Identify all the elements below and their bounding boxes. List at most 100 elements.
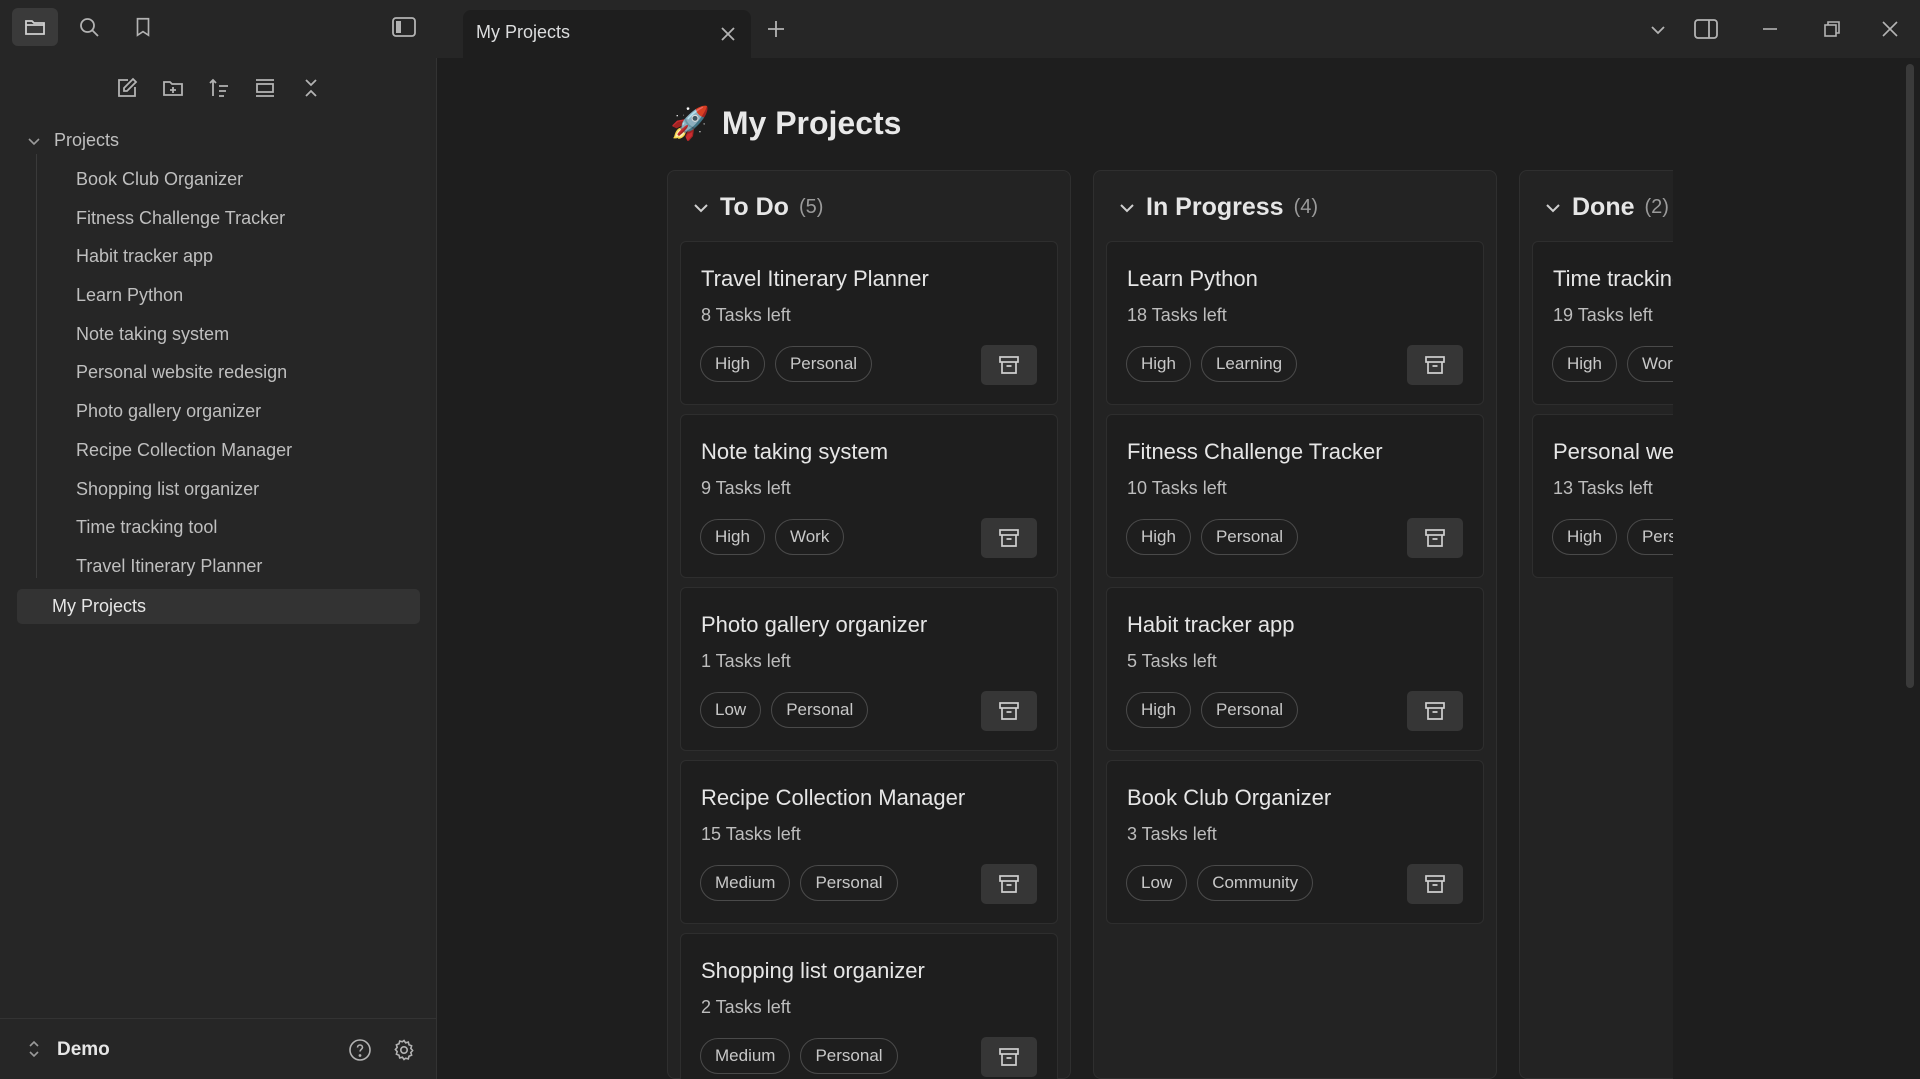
project-card[interactable]: Photo gallery organizer 1 Tasks left Low…	[680, 587, 1058, 751]
collapse-icon	[305, 79, 317, 97]
file-item[interactable]: Fitness Challenge Tracker	[76, 208, 285, 229]
archive-button[interactable]	[981, 345, 1037, 385]
search-button[interactable]	[70, 8, 108, 46]
files-button[interactable]	[12, 8, 58, 46]
file-item[interactable]: Personal website redesign	[76, 362, 287, 383]
file-item[interactable]: Learn Python	[76, 285, 183, 306]
archive-button[interactable]	[1407, 691, 1463, 731]
priority-tag[interactable]: Medium	[700, 1038, 791, 1074]
scrollbar[interactable]	[1906, 64, 1914, 688]
settings-button[interactable]	[387, 1033, 421, 1067]
project-card[interactable]: Shopping list organizer 2 Tasks left Med…	[680, 933, 1058, 1079]
collapse-all-button[interactable]	[294, 72, 328, 104]
project-card[interactable]: Habit tracker app 5 Tasks left High Pers…	[1106, 587, 1484, 751]
category-tag[interactable]: Personal	[1200, 519, 1299, 555]
category-tag[interactable]: Personal	[774, 346, 873, 382]
category-tag[interactable]: Personal	[800, 865, 898, 901]
priority-tag[interactable]: Low	[1126, 865, 1188, 901]
category-tag[interactable]: Learning	[1200, 346, 1298, 382]
minimize-button[interactable]	[1748, 12, 1792, 46]
card-tasks-left: 8 Tasks left	[701, 305, 791, 325]
project-card[interactable]: Book Club Organizer 3 Tasks left Low Com…	[1106, 760, 1484, 924]
project-card[interactable]: Fitness Challenge Tracker 10 Tasks left …	[1106, 414, 1484, 578]
file-item[interactable]: Habit tracker app	[76, 246, 213, 267]
project-card[interactable]: Travel Itinerary Planner 8 Tasks left Hi…	[680, 241, 1058, 405]
tab-title: My Projects	[476, 22, 571, 42]
folder-projects[interactable]: Projects	[26, 130, 119, 151]
file-item[interactable]: Shopping list organizer	[76, 479, 259, 500]
priority-tag[interactable]: High	[1126, 519, 1191, 555]
card-title: Shopping list organizer	[701, 958, 925, 983]
project-card[interactable]: Recipe Collection Manager 15 Tasks left …	[680, 760, 1058, 924]
priority-tag[interactable]: High	[1126, 346, 1191, 382]
project-card[interactable]: Learn Python 18 Tasks left High Learning	[1106, 241, 1484, 405]
column-in-progress: In Progress (4) Learn Python 18 Tasks le…	[1093, 170, 1497, 1079]
archive-button[interactable]	[1407, 864, 1463, 904]
help-button[interactable]	[343, 1033, 377, 1067]
new-note-button[interactable]	[110, 72, 144, 104]
card-tags: High Work	[700, 519, 845, 555]
column-header[interactable]: Done (2)	[1544, 193, 1669, 222]
file-item[interactable]: Photo gallery organizer	[76, 401, 261, 422]
auto-reveal-button[interactable]	[248, 72, 282, 104]
column-count: (2)	[1644, 196, 1669, 218]
category-tag[interactable]: Personal	[800, 1038, 898, 1074]
toggle-sidebar-button[interactable]	[384, 8, 424, 46]
column-header[interactable]: In Progress (4)	[1118, 193, 1318, 222]
new-folder-button[interactable]	[156, 72, 190, 104]
project-card[interactable]: Personal website redesign 13 Tasks left …	[1532, 414, 1673, 578]
priority-tag[interactable]: Low	[700, 692, 762, 728]
tab-close-button[interactable]	[717, 23, 739, 45]
sidebar-left-icon	[392, 17, 416, 37]
category-tag[interactable]: Personal	[1200, 692, 1299, 728]
bookmarks-button[interactable]	[124, 8, 162, 46]
file-item[interactable]: Time tracking tool	[76, 517, 217, 538]
tab-my-projects[interactable]: My Projects	[463, 10, 751, 58]
archive-icon	[999, 1048, 1019, 1066]
card-tags: Medium Personal	[700, 865, 898, 901]
archive-button[interactable]	[1407, 518, 1463, 558]
priority-tag[interactable]: High	[1126, 692, 1191, 728]
toggle-right-sidebar-button[interactable]	[1688, 12, 1724, 46]
column-title: Done	[1572, 193, 1635, 221]
category-tag[interactable]: Work	[1626, 346, 1673, 382]
priority-tag[interactable]: High	[700, 519, 765, 555]
card-tasks-left: 13 Tasks left	[1553, 478, 1653, 498]
restore-button[interactable]	[1810, 12, 1854, 46]
archive-button[interactable]	[981, 518, 1037, 558]
priority-tag[interactable]: Medium	[700, 865, 791, 901]
priority-tag[interactable]: High	[700, 346, 765, 382]
chevron-down-icon	[1651, 26, 1665, 35]
category-tag[interactable]: Work	[774, 519, 845, 555]
tab-list-button[interactable]	[1642, 14, 1674, 46]
file-item[interactable]: Travel Itinerary Planner	[76, 556, 262, 577]
file-item[interactable]: Note taking system	[76, 324, 229, 345]
restore-icon	[1824, 21, 1840, 37]
file-item[interactable]: Book Club Organizer	[76, 169, 243, 190]
vault-name[interactable]: Demo	[57, 1039, 110, 1061]
archive-button[interactable]	[981, 1037, 1037, 1077]
archive-button[interactable]	[981, 864, 1037, 904]
file-item[interactable]: Recipe Collection Manager	[76, 440, 292, 461]
category-tag[interactable]: Personal	[1626, 519, 1673, 555]
project-card[interactable]: Time tracking tool 19 Tasks left High Wo…	[1532, 241, 1673, 405]
chevron-down-icon	[28, 137, 40, 145]
new-tab-button[interactable]	[760, 13, 792, 45]
priority-tag[interactable]: High	[1552, 519, 1617, 555]
folder-label: Projects	[54, 130, 120, 150]
sidebar-ribbon	[0, 0, 437, 58]
category-tag[interactable]: Community	[1197, 865, 1314, 901]
layout-icon	[256, 79, 274, 97]
archive-button[interactable]	[981, 691, 1037, 731]
archive-button[interactable]	[1407, 345, 1463, 385]
project-card[interactable]: Note taking system 9 Tasks left High Wor…	[680, 414, 1058, 578]
window-close-button[interactable]	[1868, 12, 1912, 46]
kanban-board: To Do (5) Travel Itinerary Planner 8 Tas…	[667, 170, 1673, 1079]
sort-button[interactable]	[202, 72, 236, 104]
column-header[interactable]: To Do (5)	[692, 193, 823, 222]
tree-indent-guide	[36, 154, 37, 578]
vault-switch-button[interactable]	[20, 1035, 48, 1063]
priority-tag[interactable]: High	[1552, 346, 1617, 382]
category-tag[interactable]: Personal	[771, 692, 869, 728]
card-title: Time tracking tool	[1553, 266, 1673, 291]
